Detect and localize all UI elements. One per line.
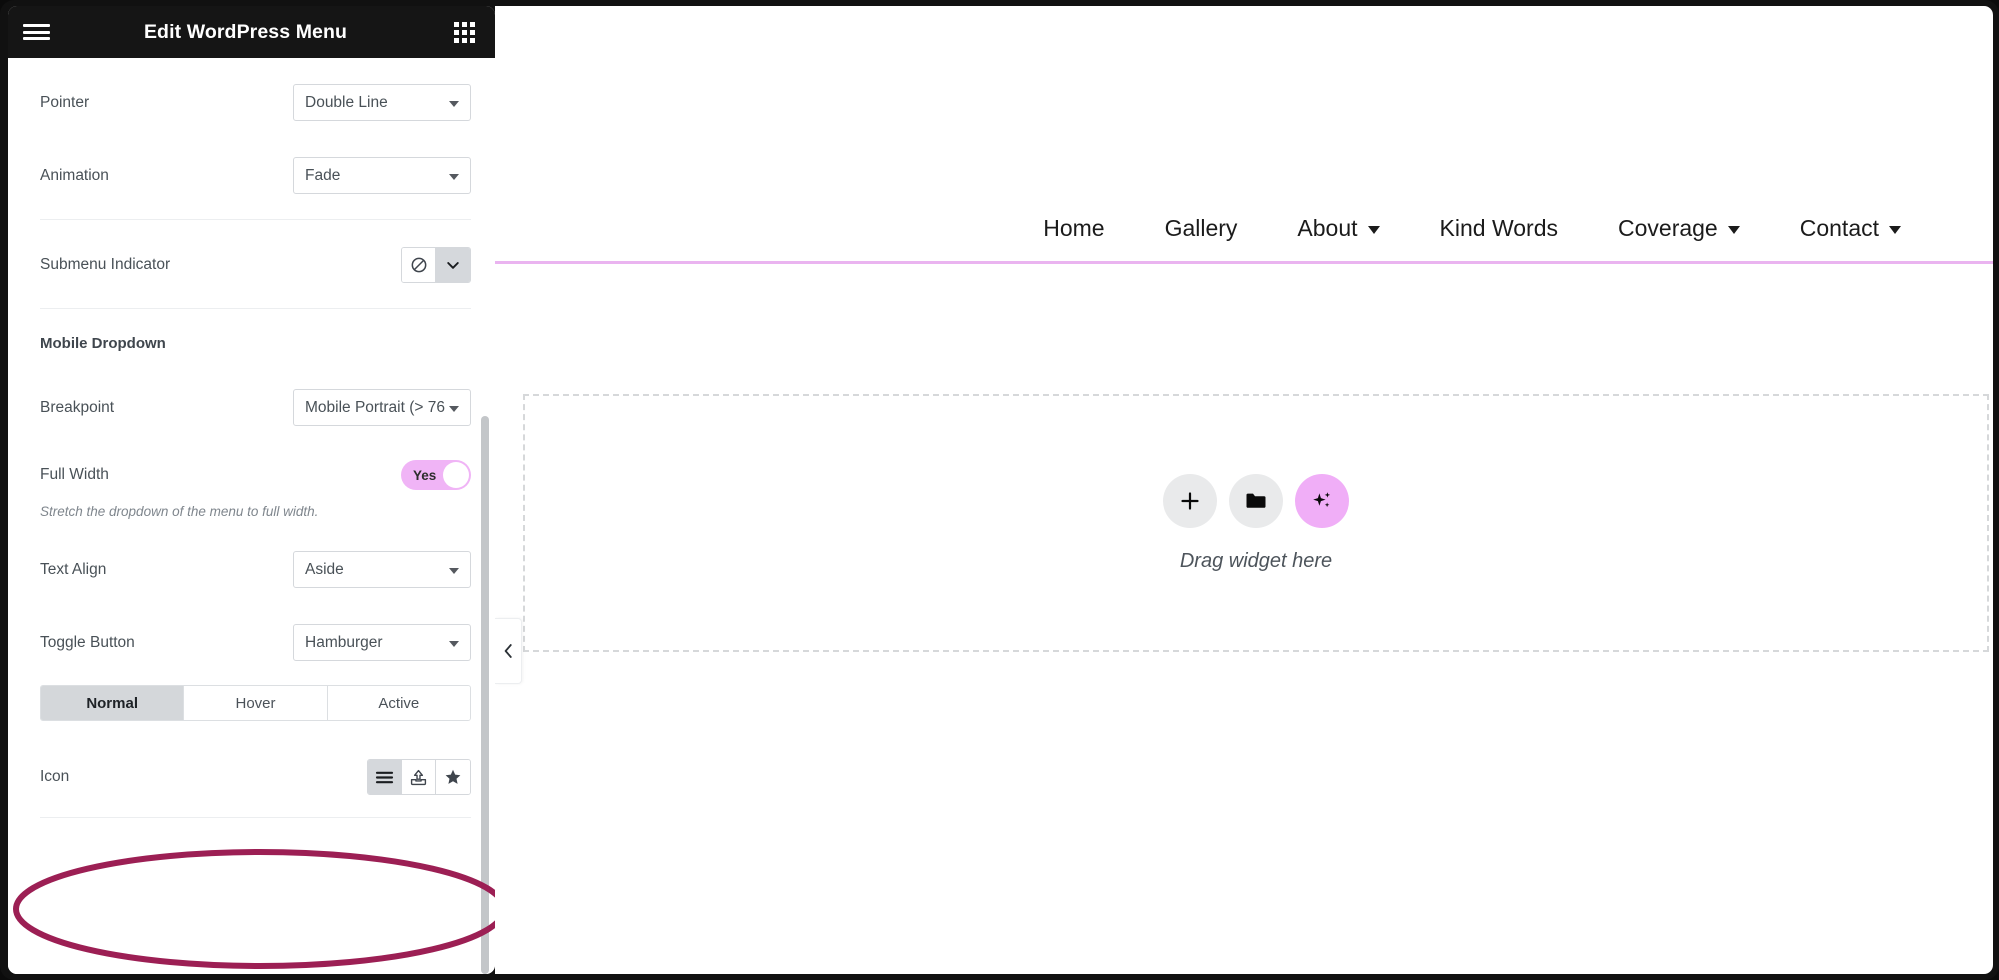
icon-choices [367,759,471,795]
breakpoint-select[interactable]: Mobile Portrait (> 76 [293,389,471,426]
nav-item-label: About [1297,215,1358,241]
apps-grid-glyph [453,21,475,43]
toggle-knob [443,462,469,488]
nav-item-contact[interactable]: Contact [1770,215,1931,242]
control-row-pointer: Pointer Double Line [40,84,471,121]
panel-header: Edit WordPress Menu [8,6,495,58]
control-row-toggle-button: Toggle Button Hamburger [40,624,471,661]
scrollbar-thumb[interactable] [481,416,489,974]
control-row-animation: Animation Fade [40,157,471,194]
widget-button-group [1163,473,1349,528]
nav-item-label: Coverage [1618,215,1718,241]
full-width-label: Full Width [40,466,109,483]
nav-item-about[interactable]: About [1267,215,1409,242]
control-row-icon: Icon [40,759,471,795]
chevron-down-icon [1367,226,1380,234]
nav-item-label: Gallery [1164,215,1238,241]
control-row-breakpoint: Breakpoint Mobile Portrait (> 76 [40,389,471,426]
submenu-indicator-choices [401,247,471,283]
nav-item-label: Home [1043,215,1105,241]
animation-value: Fade [305,166,341,184]
hamburger-menu-icon[interactable] [8,6,64,58]
plus-icon[interactable] [1163,473,1217,528]
breakpoint-value: Mobile Portrait (> 76 [305,398,445,416]
toggle-button-select[interactable]: Hamburger [293,624,471,661]
tab-hover-label: Hover [235,694,276,712]
animation-select[interactable]: Fade [293,157,471,194]
divider [40,817,471,818]
submenu-indicator-label: Submenu Indicator [40,256,171,273]
pointer-select[interactable]: Double Line [293,84,471,121]
tab-normal-label: Normal [86,694,138,712]
tab-active-label: Active [378,694,420,712]
tab-hover[interactable]: Hover [184,686,328,720]
ai-sparkles-icon[interactable] [1295,473,1349,528]
ban-icon[interactable] [402,248,436,282]
app-window: Edit WordPress Menu Pointer Double Line [0,0,1999,980]
apps-grid-icon[interactable] [433,6,495,58]
hamburger-lines-icon[interactable] [368,760,402,794]
full-width-toggle-label: Yes [413,467,437,483]
text-align-value: Aside [305,560,344,578]
widget-drop-zone[interactable]: Drag widget here [523,394,1989,652]
star-icon[interactable] [436,760,470,794]
upload-icon[interactable] [402,760,436,794]
panel-scrollbar[interactable] [481,58,489,974]
toggle-button-value: Hamburger [305,633,383,651]
panel-collapse-handle[interactable] [495,618,522,684]
text-align-label: Text Align [40,560,107,578]
nav-item-kind-words[interactable]: Kind Words [1410,215,1588,242]
chevron-left-icon [504,644,512,658]
pointer-label: Pointer [40,93,90,111]
state-tabs: Normal Hover Active [40,685,471,721]
control-row-full-width: Full Width Yes [40,460,471,490]
control-row-text-align: Text Align Aside [40,551,471,588]
tab-normal[interactable]: Normal [41,686,185,720]
icon-label: Icon [40,768,70,785]
editor-panel: Edit WordPress Menu Pointer Double Line [8,6,495,974]
site-navigation: Home Gallery About Kind Words Coverage C… [495,196,1993,261]
preview-canvas: Home Gallery About Kind Words Coverage C… [495,6,1993,974]
pointer-value: Double Line [305,93,388,111]
text-align-select[interactable]: Aside [293,551,471,588]
full-width-helper-text: Stretch the dropdown of the menu to full… [40,504,319,519]
nav-item-gallery[interactable]: Gallery [1135,215,1268,242]
breakpoint-label: Breakpoint [40,398,115,416]
toggle-button-label: Toggle Button [40,633,135,651]
folder-icon[interactable] [1229,473,1283,528]
chevron-down-icon [1889,226,1901,234]
hamburger-bar [22,37,50,40]
animation-label: Animation [40,166,109,184]
panel-body: Pointer Double Line Animation Fade Subme… [8,58,495,974]
nav-item-label: Contact [1799,215,1879,241]
chevron-down-icon [1727,226,1740,234]
hamburger-bar [22,30,50,34]
nav-item-label: Kind Words [1439,215,1558,241]
nav-underline [495,261,1993,264]
nav-item-coverage[interactable]: Coverage [1588,215,1770,242]
control-row-submenu-indicator: Submenu Indicator [40,247,471,283]
section-title-mobile-dropdown: Mobile Dropdown [40,335,166,352]
chevron-down-icon[interactable] [436,248,470,282]
drop-zone-hint: Drag widget here [1179,549,1333,572]
page-title: Edit WordPress Menu [143,20,348,43]
tab-active[interactable]: Active [327,686,470,720]
nav-item-home[interactable]: Home [1013,215,1134,242]
hamburger-bar [22,24,50,27]
full-width-toggle[interactable]: Yes [401,460,471,490]
